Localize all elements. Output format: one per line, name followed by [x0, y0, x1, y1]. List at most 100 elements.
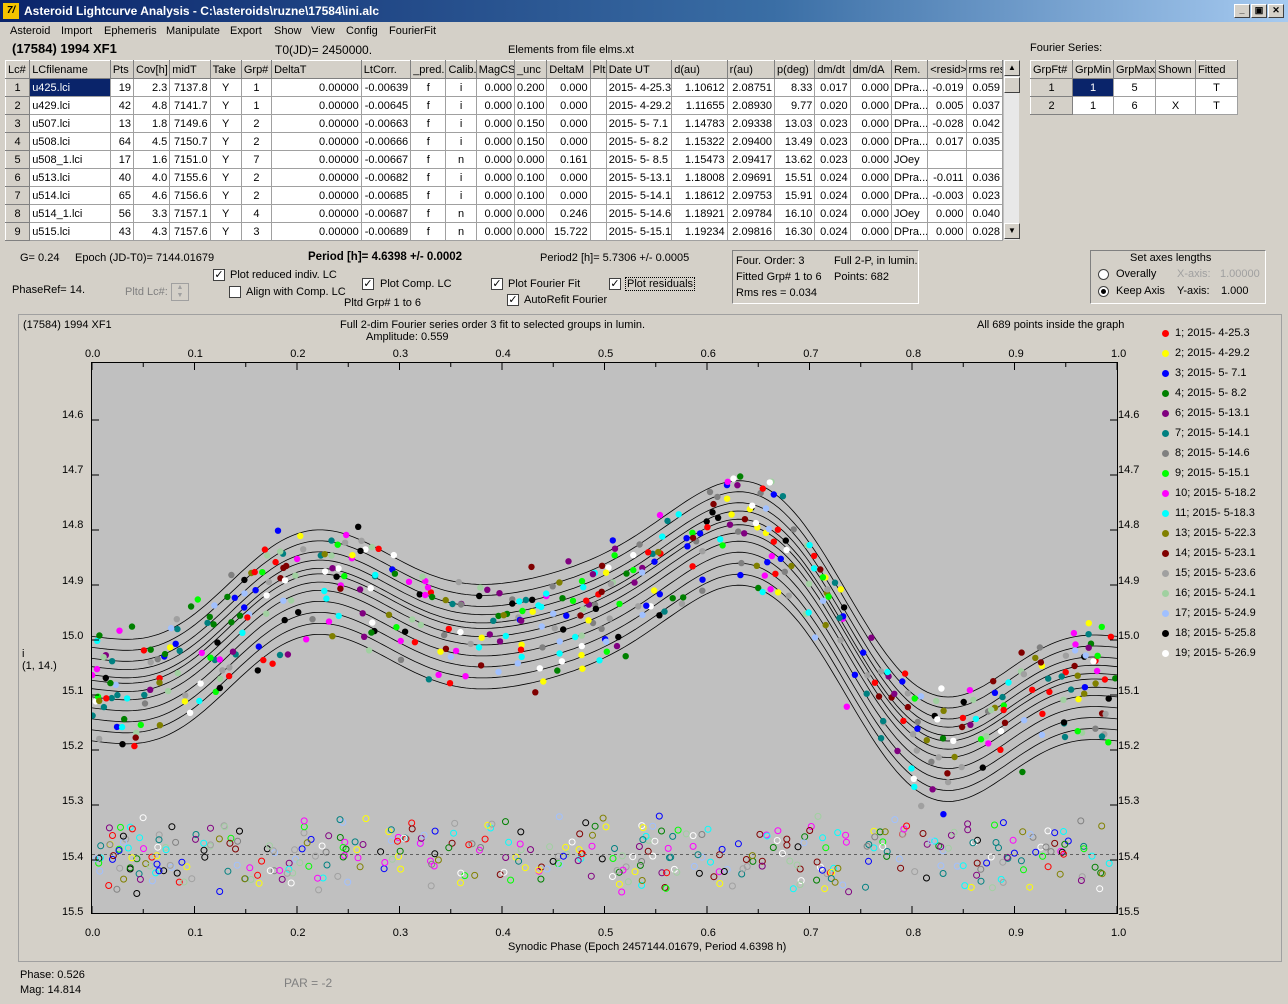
table-row[interactable]: 4 u508.lci 64 4.5 7150.7 Y 2 0.00000 -0.00666 f i 0… [4, 132, 1004, 151]
table-cell[interactable]: DPra... [890, 132, 929, 151]
table-cell[interactable]: 0.00000 [271, 186, 362, 205]
table-cell[interactable]: 0.024 [814, 222, 851, 241]
table-cell[interactable]: 7149.6 [169, 114, 211, 133]
table-cell[interactable]: 2.09400 [726, 132, 776, 151]
table-row[interactable]: 2 u429.lci 42 4.8 7141.7 Y 1 0.00000 -0.00645 f i 0… [4, 96, 1004, 115]
table-cell[interactable]: 4.0 [132, 168, 171, 187]
table-cell[interactable]: 1.14783 [671, 114, 728, 133]
table-cell[interactable]: 0.00000 [271, 222, 362, 241]
table-cell[interactable]: 0.028 [965, 222, 1004, 241]
table-cell[interactable]: 0.000 [849, 150, 892, 169]
table-cell[interactable]: 2015- 5-13.1 [605, 168, 673, 187]
table-cell[interactable]: 4.3 [132, 222, 171, 241]
column-header[interactable]: Cov[h] [132, 60, 171, 79]
table-cell[interactable]: 0.100 [513, 168, 548, 187]
table-cell[interactable]: 0.024 [814, 168, 851, 187]
column-header[interactable]: Grp# [240, 60, 273, 79]
table-cell[interactable]: Y [209, 204, 242, 223]
table-cell[interactable]: 4.5 [132, 132, 171, 151]
row-number[interactable]: 4 [4, 132, 31, 151]
table-cell[interactable]: 0.000 [546, 132, 591, 151]
table-cell[interactable]: 0.000 [475, 96, 516, 115]
table-cell[interactable]: 15.91 [774, 186, 816, 205]
close-button[interactable]: ✕ [1268, 4, 1284, 18]
table-cell[interactable]: 2015- 5- 8.2 [605, 132, 673, 151]
column-header[interactable]: dm/dA [849, 60, 892, 79]
table-cell[interactable]: 0.000 [849, 204, 892, 223]
plot-residuals-checkbox[interactable]: ✓ [609, 278, 621, 290]
table-cell[interactable]: 0.00000 [271, 132, 362, 151]
table-cell[interactable]: JOey [890, 150, 929, 169]
table-cell[interactable]: 0.000 [475, 150, 516, 169]
column-header[interactable]: DeltaM [546, 60, 591, 79]
table-cell[interactable]: JOey [890, 204, 929, 223]
table-cell[interactable]: DPra... [890, 78, 929, 97]
menu-view[interactable]: View [311, 25, 335, 37]
column-header[interactable]: Calib. [445, 60, 477, 79]
maximize-button[interactable]: ▣ [1251, 4, 1267, 18]
table-cell[interactable]: 16.30 [774, 222, 816, 241]
table-cell[interactable]: Y [209, 222, 242, 241]
table-cell[interactable] [965, 150, 1004, 169]
table-cell[interactable]: u508_1.lci [29, 150, 111, 169]
table-cell[interactable]: u514_1.lci [29, 204, 111, 223]
table-cell[interactable]: 43 [109, 222, 135, 241]
table-cell[interactable]: 0.005 [927, 96, 967, 115]
table-cell[interactable] [589, 186, 607, 205]
row-number[interactable]: 5 [4, 150, 31, 169]
table-cell[interactable]: 40 [109, 168, 135, 187]
table-cell[interactable]: 0.023 [814, 150, 851, 169]
table-cell[interactable]: 64 [109, 132, 135, 151]
table-cell[interactable]: 4 [240, 204, 273, 223]
table-cell[interactable]: 0.000 [513, 150, 548, 169]
table-cell[interactable] [589, 96, 607, 115]
table-cell[interactable]: 0.017 [927, 132, 967, 151]
column-header[interactable]: GrpFt# [1030, 60, 1073, 79]
table-cell[interactable]: 0.000 [546, 168, 591, 187]
column-header[interactable]: midT [169, 60, 211, 79]
table-cell[interactable]: 1 [240, 78, 273, 97]
table-cell[interactable]: 3.3 [132, 204, 171, 223]
table-cell[interactable]: 0.000 [927, 222, 967, 241]
table-row[interactable]: 8 u514_1.lci 56 3.3 7157.1 Y 4 0.00000 -0.00687 f… [4, 204, 1004, 223]
table-cell[interactable]: f [410, 186, 447, 205]
table-cell[interactable]: 0.023 [814, 114, 851, 133]
table-cell[interactable]: 2 [240, 114, 273, 133]
row-number[interactable]: 3 [4, 114, 31, 133]
table-cell[interactable]: u429.lci [29, 96, 111, 115]
keep-axis-radio[interactable] [1098, 286, 1109, 297]
table-cell[interactable]: 1.11655 [671, 96, 728, 115]
table-cell[interactable]: 0.024 [814, 186, 851, 205]
table-cell[interactable] [589, 132, 607, 151]
table-cell[interactable]: 0.000 [475, 168, 516, 187]
table-cell[interactable]: 0.024 [814, 204, 851, 223]
table-row[interactable]: 5 u508_1.lci 17 1.6 7151.0 Y 7 0.00000 -0.00667 f… [4, 150, 1004, 169]
table-cell[interactable]: DPra... [890, 222, 929, 241]
column-header[interactable]: Rem. [890, 60, 929, 79]
table-cell[interactable]: Y [209, 186, 242, 205]
table-cell[interactable]: 0.00000 [271, 204, 362, 223]
table-cell[interactable]: -0.011 [927, 168, 967, 187]
table-cell[interactable]: 0.023 [814, 132, 851, 151]
table-cell[interactable]: 0.000 [849, 186, 892, 205]
table-cell[interactable]: 7137.8 [169, 78, 211, 97]
table-cell[interactable]: -0.00687 [360, 204, 412, 223]
table-cell[interactable]: -0.028 [927, 114, 967, 133]
plot-fourier-checkbox[interactable]: ✓ [491, 278, 503, 290]
table-cell[interactable]: 0.000 [475, 222, 516, 241]
row-number[interactable]: 6 [4, 168, 31, 187]
table-cell[interactable]: n [445, 150, 477, 169]
table-cell[interactable]: 13 [109, 114, 135, 133]
table-cell[interactable]: u508.lci [29, 132, 111, 151]
table-cell[interactable]: Y [209, 168, 242, 187]
table-cell[interactable]: 16.10 [774, 204, 816, 223]
table-cell[interactable]: 1 [1072, 78, 1114, 97]
table-cell[interactable]: -0.00667 [360, 150, 412, 169]
table-cell[interactable]: 0.150 [513, 114, 548, 133]
table-cell[interactable]: -0.00645 [360, 96, 412, 115]
table-cell[interactable]: 56 [109, 204, 135, 223]
table-cell[interactable]: 0.000 [475, 114, 516, 133]
table-cell[interactable]: 1.19234 [671, 222, 728, 241]
table-cell[interactable]: 1.8 [132, 114, 171, 133]
row-number[interactable]: 1 [4, 78, 31, 97]
